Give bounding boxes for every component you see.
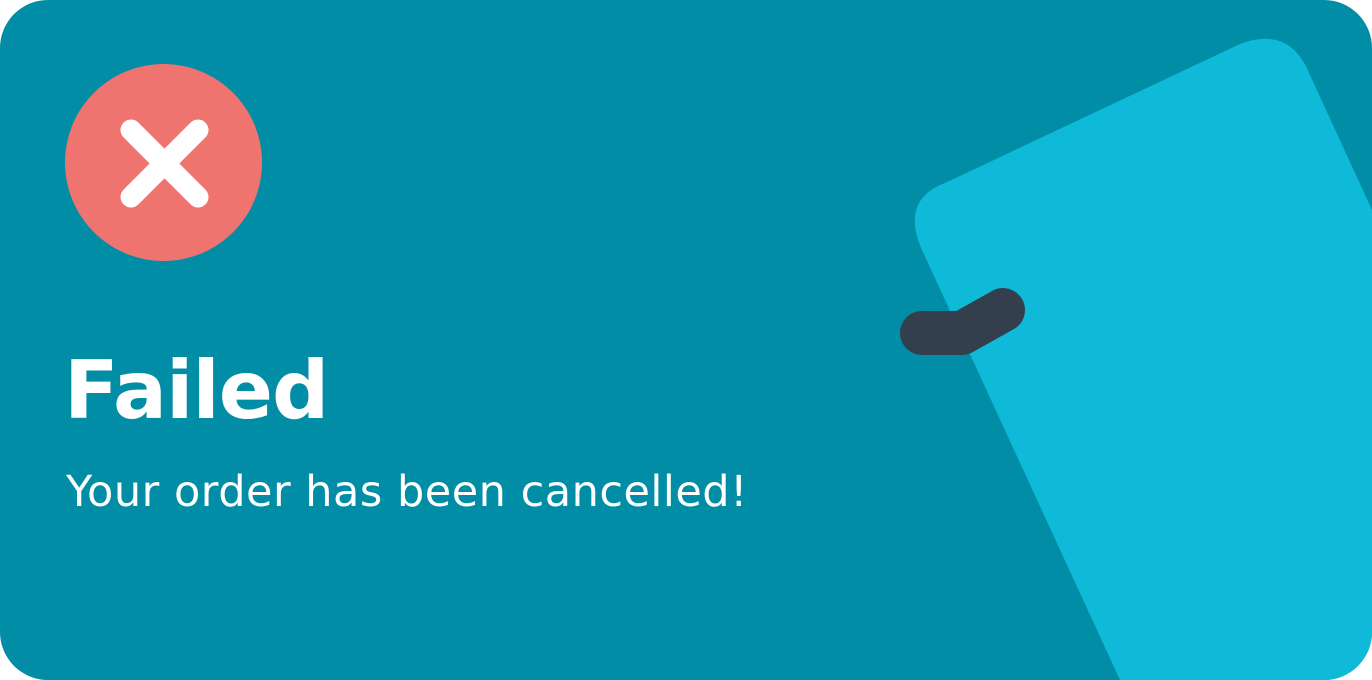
failed-status-icon bbox=[65, 64, 262, 261]
status-message: Your order has been cancelled! bbox=[66, 467, 748, 517]
status-title: Failed bbox=[64, 344, 329, 437]
close-icon bbox=[120, 119, 209, 208]
document-handle bbox=[900, 288, 1025, 355]
failed-notification-card: Failed Your order has been cancelled! bbox=[0, 0, 1372, 680]
document-card-shape bbox=[914, 38, 1372, 680]
